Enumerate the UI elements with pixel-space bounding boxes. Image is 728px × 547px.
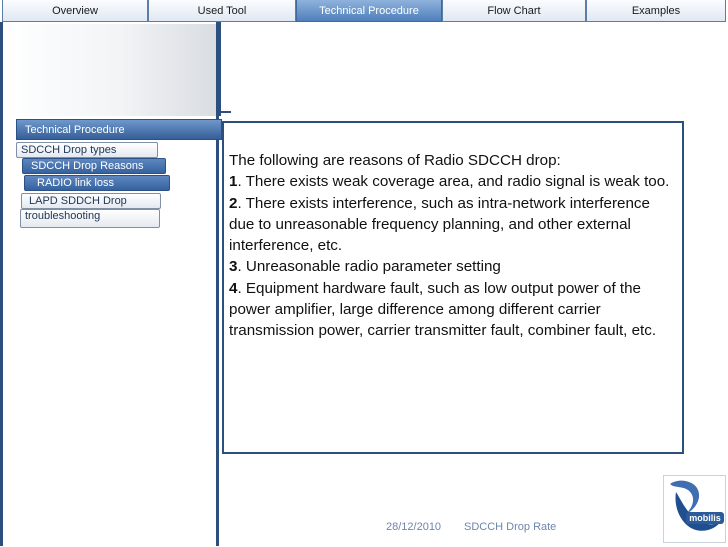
mobilis-logo: mobilis — [663, 475, 726, 543]
mobilis-logo-icon: mobilis — [670, 480, 724, 531]
divider-vertical — [218, 22, 221, 116]
reason-2: 2. There exists interference, such as in… — [229, 193, 671, 257]
tab-technical-procedure[interactable]: Technical Procedure — [296, 0, 442, 22]
tab-flow-chart[interactable]: Flow Chart — [442, 0, 586, 22]
reason-4: 4. Equipment hardware fault, such as low… — [229, 278, 671, 342]
top-tab-bar: Overview Used Tool Technical Procedure F… — [0, 0, 728, 24]
nav-header: Technical Procedure — [16, 119, 222, 140]
nav-item-radio-link-loss[interactable]: RADIO link loss — [24, 175, 170, 191]
logo-wordmark: mobilis — [689, 513, 721, 523]
reason-3-text: . Unreasonable radio parameter setting — [237, 258, 501, 276]
tab-examples[interactable]: Examples — [586, 0, 726, 22]
reason-4-text: . Equipment hardware fault, such as low … — [229, 279, 657, 340]
reason-1: 1. There exists weak coverage area, and … — [229, 171, 671, 192]
content-intro: The following are reasons of Radio SDCCH… — [229, 152, 561, 169]
reason-1-text: . There exists weak coverage area, and r… — [237, 173, 670, 191]
footer-date: 28/12/2010 — [386, 521, 442, 533]
nav-item-troubleshooting[interactable]: troubleshooting — [20, 209, 160, 228]
nav-item-sdcch-drop-types[interactable]: SDCCH Drop types — [16, 142, 158, 158]
nav-item-lapd-sddch-drop[interactable]: LAPD SDDCH Drop — [21, 193, 161, 209]
content-text: The following are reasons of Radio SDCCH… — [229, 150, 671, 342]
tab-used-tool[interactable]: Used Tool — [148, 0, 296, 22]
nav-item-sdcch-drop-reasons[interactable]: SDCCH Drop Reasons — [22, 158, 166, 174]
left-panel-shade — [3, 24, 216, 116]
reason-2-text: . There exists interference, such as int… — [229, 194, 650, 255]
tab-overview[interactable]: Overview — [2, 0, 148, 22]
divider-horizontal — [219, 111, 231, 113]
reason-3: 3. Unreasonable radio parameter setting — [229, 256, 671, 277]
footer-title: SDCCH Drop Rate — [464, 521, 557, 533]
